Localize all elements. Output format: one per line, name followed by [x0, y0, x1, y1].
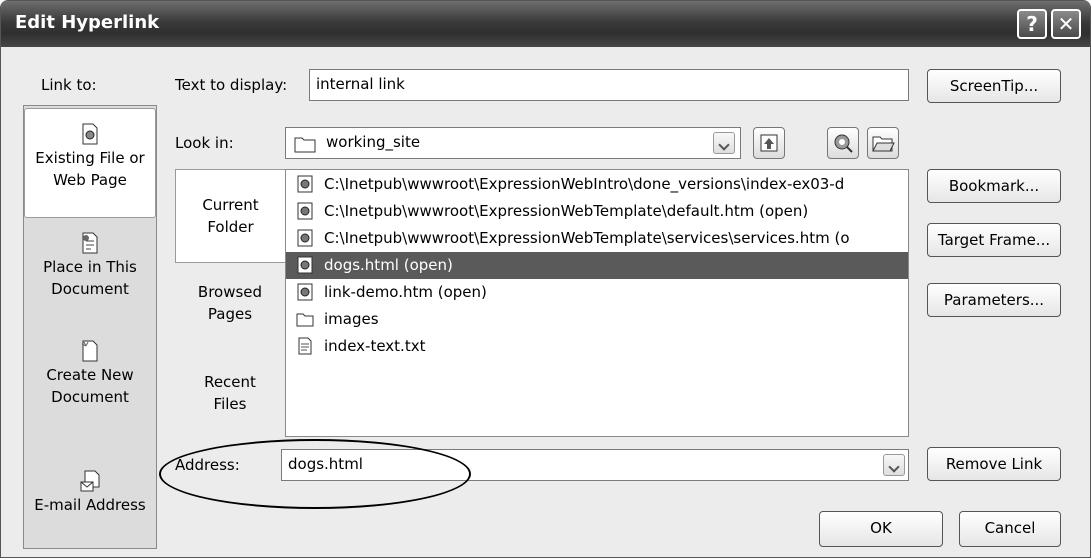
link-to-existing-file[interactable]: Existing File or Web Page [24, 108, 156, 218]
ok-button[interactable]: OK [819, 511, 943, 547]
target-frame-button[interactable]: Target Frame... [927, 223, 1061, 257]
tab-label: Browsed [197, 283, 263, 301]
text-to-display-label: Text to display: [175, 76, 288, 94]
look-in-label: Look in: [175, 134, 234, 152]
tab-recent-files[interactable]: Recent Files [175, 371, 285, 431]
screentip-button[interactable]: ScreenTip... [927, 69, 1061, 103]
web-search-icon [834, 134, 853, 153]
tab-label: Folder [207, 218, 254, 236]
browse-file-button[interactable] [867, 127, 899, 159]
bookmark-button[interactable]: Bookmark... [927, 169, 1061, 203]
file-source-tabs: Current Folder Browsed Pages Recent File… [175, 169, 285, 437]
link-item-label: Document [51, 388, 129, 406]
link-item-label: Web Page [53, 171, 127, 189]
list-item[interactable]: index-text.txt [286, 333, 908, 360]
list-item[interactable]: link-demo.htm (open) [286, 279, 908, 306]
place-in-document-icon [80, 232, 100, 254]
text-to-display-input[interactable]: internal link [309, 69, 909, 101]
file-name: C:\Inetpub\wwwroot\ExpressionWebTemplate… [324, 229, 850, 247]
web-page-icon [296, 256, 314, 274]
title-bar: Edit Hyperlink ? ✕ [1, 1, 1090, 47]
link-item-label: Document [51, 280, 129, 298]
cancel-button[interactable]: Cancel [959, 511, 1061, 547]
tab-label: Current [202, 196, 259, 214]
link-to-label: Link to: [41, 76, 97, 94]
web-page-icon [296, 202, 314, 220]
list-item[interactable]: C:\Inetpub\wwwroot\ExpressionWebTemplate… [286, 225, 908, 252]
tab-browsed-pages[interactable]: Browsed Pages [175, 281, 285, 341]
list-item-selected[interactable]: dogs.html (open) [286, 252, 908, 279]
email-address-icon [80, 470, 100, 492]
file-name: link-demo.htm (open) [324, 283, 487, 301]
file-name: dogs.html (open) [324, 256, 453, 274]
highlight-ellipse [159, 439, 471, 509]
web-page-icon [296, 283, 314, 301]
up-one-folder-button[interactable] [753, 127, 785, 159]
file-list[interactable]: C:\Inetpub\wwwroot\ExpressionWebIntro\do… [285, 169, 909, 437]
file-name: C:\Inetpub\wwwroot\ExpressionWebTemplate… [324, 202, 809, 220]
close-button[interactable]: ✕ [1051, 9, 1081, 39]
look-in-select[interactable]: working_site [285, 127, 741, 159]
look-in-dropdown-arrow[interactable] [713, 132, 735, 154]
browse-web-button[interactable] [827, 127, 859, 159]
address-dropdown-arrow[interactable] [883, 454, 905, 476]
link-to-place-in-document[interactable]: Place in This Document [24, 232, 156, 322]
parameters-button[interactable]: Parameters... [927, 283, 1061, 317]
link-item-label: Existing File or [35, 149, 145, 167]
help-button[interactable]: ? [1017, 9, 1047, 39]
up-folder-icon [760, 134, 778, 152]
file-name: images [324, 310, 379, 328]
list-item[interactable]: images [286, 306, 908, 333]
web-page-icon [296, 229, 314, 247]
dialog-title: Edit Hyperlink [15, 12, 160, 33]
folder-icon [296, 310, 314, 328]
tab-label: Pages [207, 305, 253, 323]
link-item-label: Place in This [43, 258, 137, 276]
tab-label: Files [213, 395, 247, 413]
folder-icon [294, 134, 316, 158]
link-item-label: Create New [46, 366, 134, 384]
look-in-value: working_site [326, 133, 421, 151]
list-item[interactable]: C:\Inetpub\wwwroot\ExpressionWebIntro\do… [286, 171, 908, 198]
tab-current-folder[interactable]: Current Folder [175, 169, 285, 263]
new-document-icon [80, 340, 100, 362]
tab-label: Recent [204, 373, 256, 391]
link-item-label: E-mail Address [34, 496, 146, 514]
link-to-create-new-document[interactable]: Create New Document [24, 340, 156, 430]
existing-file-icon [80, 123, 100, 145]
file-name: index-text.txt [324, 337, 426, 355]
edit-hyperlink-dialog: Edit Hyperlink ? ✕ Link to: Existing Fil… [0, 0, 1091, 558]
link-to-bar: Existing File or Web Page Place in This … [23, 105, 157, 549]
remove-link-button[interactable]: Remove Link [927, 447, 1061, 481]
open-folder-icon [872, 136, 895, 152]
web-page-icon [296, 175, 314, 193]
file-name: C:\Inetpub\wwwroot\ExpressionWebIntro\do… [324, 175, 845, 193]
list-item[interactable]: C:\Inetpub\wwwroot\ExpressionWebTemplate… [286, 198, 908, 225]
link-to-email-address[interactable]: E-mail Address [24, 470, 156, 530]
text-file-icon [296, 337, 314, 355]
